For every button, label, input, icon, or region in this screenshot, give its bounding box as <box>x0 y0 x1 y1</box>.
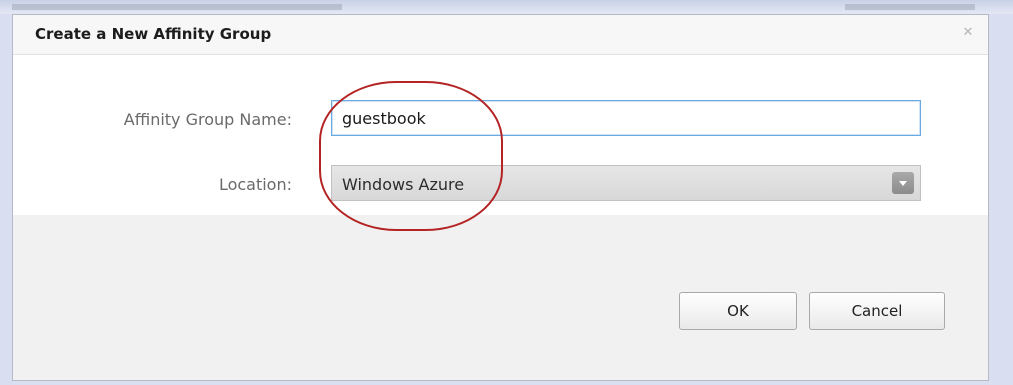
location-label: Location: <box>218 175 292 194</box>
dialog-title-bar: Create a New Affinity Group ✕ <box>13 15 988 55</box>
create-affinity-group-dialog: Create a New Affinity Group ✕ Affinity G… <box>12 14 989 381</box>
ok-button[interactable]: OK <box>679 292 797 330</box>
dialog-title: Create a New Affinity Group <box>35 25 272 43</box>
location-selected-value: Windows Azure <box>342 175 465 194</box>
affinity-group-name-label: Affinity Group Name: <box>123 110 292 129</box>
close-icon[interactable]: ✕ <box>960 25 976 41</box>
location-select[interactable]: Windows Azure <box>331 165 921 201</box>
backdrop-shade <box>12 4 342 10</box>
affinity-group-name-input[interactable] <box>331 100 921 136</box>
backdrop-shade <box>845 4 975 10</box>
cancel-button[interactable]: Cancel <box>809 292 945 330</box>
chevron-down-icon[interactable] <box>892 172 914 194</box>
backdrop <box>0 0 1013 14</box>
